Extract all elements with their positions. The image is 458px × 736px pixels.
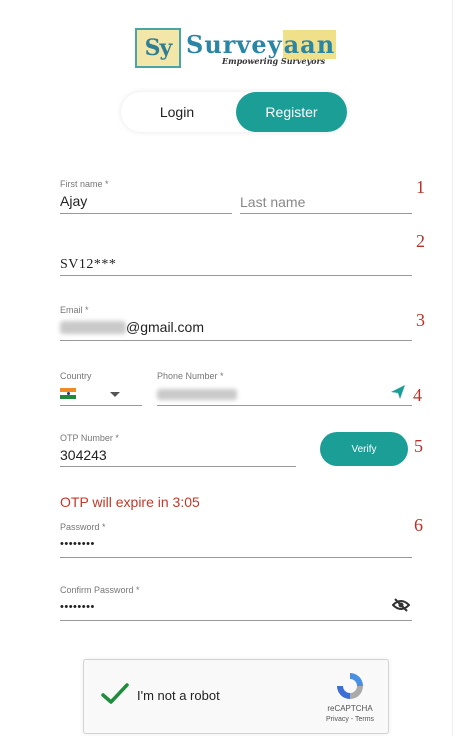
password-label: Password * [60,522,106,532]
surveyor-id-input[interactable]: SV12*** [60,257,116,273]
auth-toggle: Login Register [121,92,347,132]
annotation-marker-5: 5 [414,436,423,456]
first-name-label: First name * [60,179,109,189]
country-underline [60,405,142,406]
phone-underline [157,405,412,406]
confirm-password-label: Confirm Password * [60,585,140,595]
india-flag-icon [60,388,76,399]
recaptcha-logo-icon [337,673,363,699]
annotation-marker-1: 1 [416,177,425,197]
logo-wordmark: Surveyaan [186,30,337,59]
annotation-marker-4: 4 [413,385,422,405]
recaptcha-label: I'm not a robot [137,688,220,703]
recaptcha-brand: reCAPTCHA [327,704,373,713]
phone-redacted[interactable] [157,389,237,400]
email-label: Email * [60,305,89,315]
last-name-underline [240,213,412,214]
recaptcha-widget: I'm not a robot reCAPTCHA Privacy - Term… [83,659,389,734]
recaptcha-terms-link[interactable]: Privacy - Terms [314,716,386,723]
first-name-input[interactable]: Ajay [60,193,87,209]
email-input[interactable]: @gmail.com [126,319,204,335]
logo-mark: Sy [135,28,181,68]
password-input[interactable]: •••••••• [60,538,95,550]
email-underline [60,340,412,341]
visibility-off-icon[interactable] [392,598,410,612]
country-label: Country [60,371,92,381]
confirm-password-input[interactable]: •••••••• [60,601,95,613]
send-otp-icon[interactable] [390,384,406,400]
annotation-marker-2: 2 [416,231,425,251]
otp-input[interactable]: 304243 [60,447,107,463]
annotation-marker-6: 6 [414,515,423,535]
otp-expiry-message: OTP will expire in 3:05 [60,494,200,510]
logo-tagline: Empowering Surveyors [222,56,326,66]
tab-login[interactable]: Login [121,92,233,132]
email-redacted [60,321,126,334]
tab-register[interactable]: Register [236,92,347,132]
otp-underline [60,466,296,467]
annotation-marker-3: 3 [416,310,425,330]
phone-label: Phone Number * [157,371,224,381]
confirm-password-underline [60,620,412,621]
verify-button[interactable]: Verify [320,432,408,466]
page-edge-divider [452,0,453,736]
last-name-input[interactable]: Last name [240,194,305,210]
otp-label: OTP Number * [60,433,119,443]
password-underline [60,557,412,558]
recaptcha-checkmark-icon[interactable] [100,682,130,706]
first-name-underline [60,213,232,214]
country-dropdown-chevron-icon[interactable] [110,392,120,397]
surveyor-id-underline [60,275,412,276]
